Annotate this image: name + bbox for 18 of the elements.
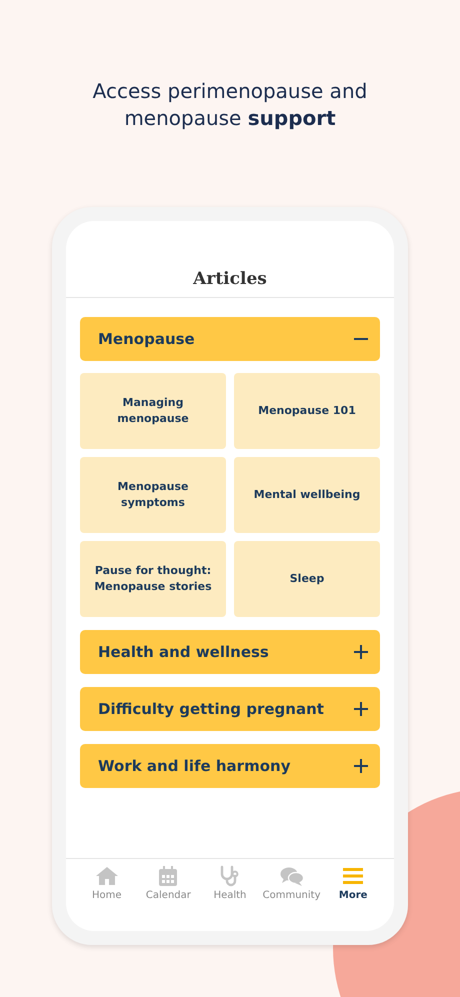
- article-tile[interactable]: Managing menopause: [80, 373, 226, 449]
- article-tile[interactable]: Pause for thought: Menopause stories: [80, 541, 226, 617]
- article-tile[interactable]: Menopause symptoms: [80, 457, 226, 533]
- screen-title: Articles: [193, 269, 267, 289]
- article-tile[interactable]: Sleep: [234, 541, 380, 617]
- menu-icon: [343, 867, 364, 885]
- home-icon: [94, 866, 119, 886]
- article-tile[interactable]: Mental wellbeing: [234, 457, 380, 533]
- chat-icon: [280, 866, 304, 886]
- accordion-header[interactable]: Health and wellness: [80, 630, 380, 674]
- accordion-header[interactable]: Difficulty getting pregnant: [80, 687, 380, 731]
- accordion-header[interactable]: Work and life harmony: [80, 744, 380, 788]
- accordion-header[interactable]: Menopause: [80, 317, 380, 361]
- nav-tab[interactable]: More: [322, 865, 384, 931]
- stethoscope-icon: [218, 865, 241, 887]
- article-tile[interactable]: Menopause 101: [234, 373, 380, 449]
- calendar-icon: [158, 866, 178, 886]
- headline: Access perimenopause and menopause support: [92, 78, 368, 132]
